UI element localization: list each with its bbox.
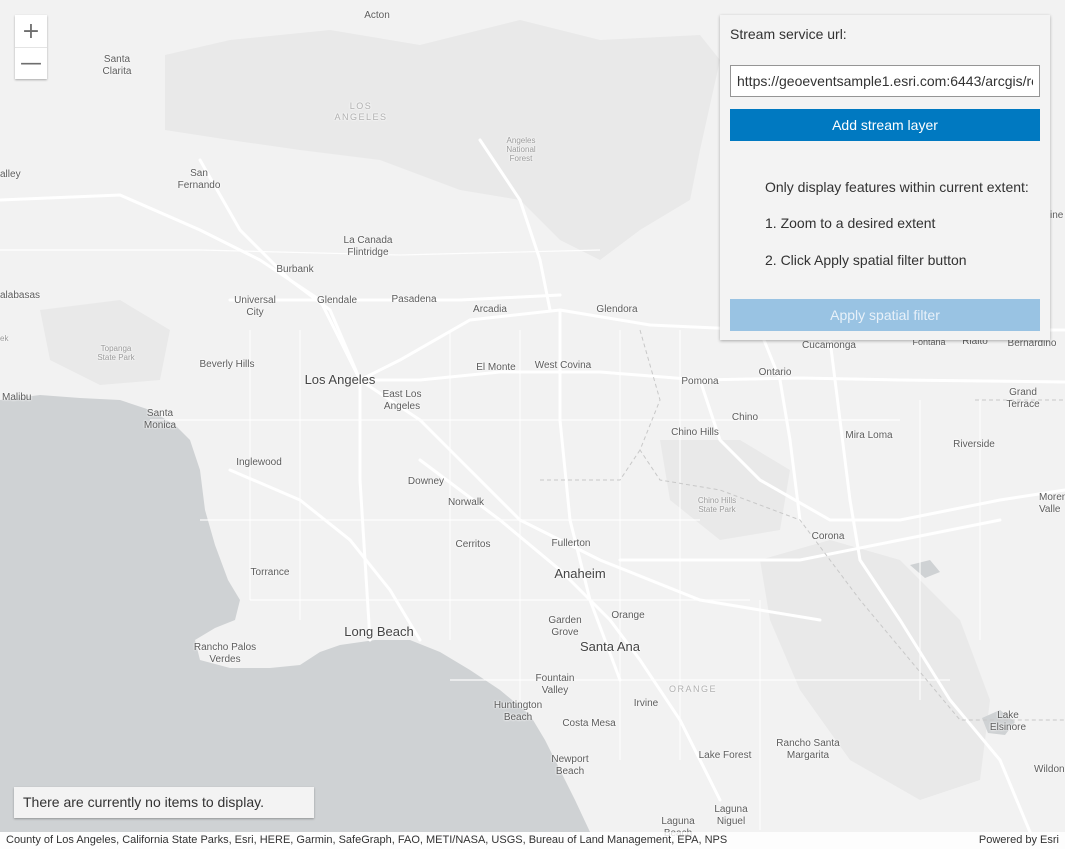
map-label: Fullerton <box>551 538 591 549</box>
map-label: alabasas <box>0 290 41 301</box>
map-label: Anaheim <box>554 566 606 581</box>
status-message: There are currently no items to display. <box>14 787 314 818</box>
url-label: Stream service url: <box>730 26 847 42</box>
map-label: Pomona <box>681 376 719 387</box>
map-label: Riverside <box>953 439 995 450</box>
map-label: Acton <box>364 10 390 21</box>
map-label: Orange <box>611 610 645 621</box>
map-label: ine <box>1050 210 1064 221</box>
map-label: Chino <box>731 412 759 423</box>
map-label: Glendora <box>596 304 638 315</box>
map-label: Los Angeles <box>304 372 376 387</box>
map-label: Pasadena <box>391 294 437 305</box>
map-label: Angeles National Forest <box>506 136 536 163</box>
powered-by-esri[interactable]: Powered by Esri <box>979 834 1059 846</box>
map-label: Topanga State Park <box>97 344 135 362</box>
map-label: Universal City <box>234 295 276 318</box>
instruction-step-1: 1. Zoom to a desired extent <box>765 215 936 231</box>
zoom-control: + — <box>15 15 47 79</box>
attribution-bar: County of Los Angeles, California State … <box>0 832 1065 849</box>
map-label: Cucamonga <box>802 340 856 351</box>
map-label: Santa Monica <box>143 408 177 431</box>
map-label: ek <box>0 334 9 343</box>
map-label: Rancho Santa Margarita <box>776 738 840 761</box>
map-label: Corona <box>811 531 845 542</box>
map-label: Lake Forest <box>698 750 752 761</box>
map-label: Glendale <box>316 295 358 306</box>
map-label: Cerritos <box>455 539 491 550</box>
map-label: Chino Hills State Park <box>697 496 737 514</box>
zoom-in-button[interactable]: + <box>15 15 47 47</box>
map-label: Moren Valle <box>1039 492 1065 515</box>
map-label: East Los Angeles <box>382 389 422 412</box>
stream-layer-panel: Stream service url: Add stream layer Onl… <box>720 15 1050 340</box>
map-label: La Canada Flintridge <box>343 235 393 258</box>
map-label: ORANGE <box>668 684 718 694</box>
map-label: LOS ANGELES <box>334 101 388 122</box>
instruction-step-2: 2. Click Apply spatial filter button <box>765 252 967 268</box>
map-label: Lake Elsinore <box>989 710 1027 733</box>
zoom-out-button[interactable]: — <box>15 47 47 79</box>
apply-spatial-filter-button[interactable]: Apply spatial filter <box>730 299 1040 331</box>
map-label: Grand Terrace <box>1006 387 1040 410</box>
map-label: Downey <box>407 476 445 487</box>
map-label: Beverly Hills <box>199 359 255 370</box>
map-label: alley <box>0 169 21 180</box>
map-label: Mira Loma <box>845 430 893 441</box>
map-label: Malibu <box>2 392 32 403</box>
map-label: Huntington Beach <box>493 700 543 723</box>
map-label: Burbank <box>276 264 314 275</box>
map-label: Santa Ana <box>580 639 640 654</box>
map-label: Ontario <box>758 367 792 378</box>
map-label: Costa Mesa <box>562 718 616 729</box>
map-label: Arcadia <box>473 304 507 315</box>
map-label: Irvine <box>633 698 659 709</box>
map-label: Torrance <box>250 567 290 578</box>
map-label: Long Beach <box>344 624 414 639</box>
map-label: Chino Hills <box>671 427 719 438</box>
map-label: El Monte <box>476 362 516 373</box>
map-label: Newport Beach <box>551 754 589 777</box>
map-label: West Covina <box>534 360 592 371</box>
attribution-sources[interactable]: County of Los Angeles, California State … <box>6 834 727 846</box>
map-label: Norwalk <box>447 497 485 508</box>
map-label: Fountain Valley <box>535 673 575 696</box>
map-label: San Fernando <box>177 168 221 191</box>
map-label: Santa Clarita <box>102 54 132 77</box>
map-label: Wildon <box>1034 764 1065 775</box>
map-label: Laguna Niguel <box>714 804 748 827</box>
map-label: Rancho Palos Verdes <box>193 642 257 665</box>
map-label: Inglewood <box>236 457 282 468</box>
map-label: Garden Grove <box>548 615 582 638</box>
stream-url-input[interactable] <box>730 65 1040 97</box>
add-stream-layer-button[interactable]: Add stream layer <box>730 109 1040 141</box>
instruction-title: Only display features within current ext… <box>765 179 1029 195</box>
